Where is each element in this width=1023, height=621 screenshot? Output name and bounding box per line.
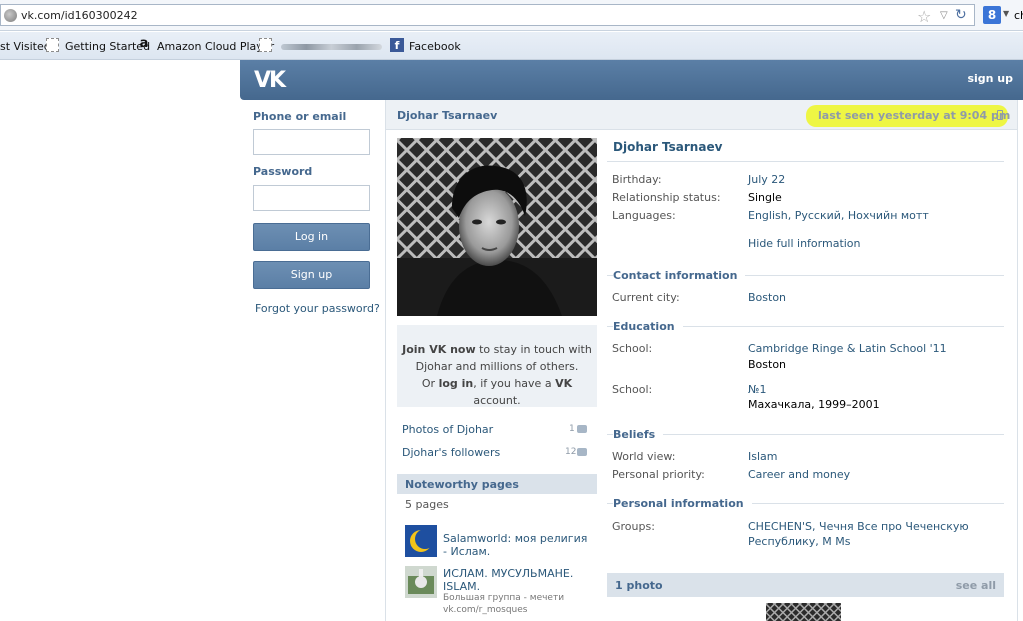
city-value[interactable]: Boston (748, 291, 786, 304)
school-label: School: (612, 383, 653, 396)
amazon-icon: a (139, 36, 149, 51)
join-text: , if you have a (473, 377, 556, 390)
school-label: School: (612, 342, 653, 355)
noteworthy-count: 5 pages (405, 498, 449, 511)
forgot-password-link[interactable]: Forgot your password? (255, 302, 380, 315)
groups-value[interactable]: CHECHEN'S, Чечня Все про Чеченскую (748, 520, 969, 533)
photo-thumbnail[interactable] (766, 603, 841, 621)
divider (607, 434, 1004, 435)
page-thumbnail[interactable] (405, 525, 437, 557)
page-icon (259, 38, 272, 52)
join-text: account. (473, 394, 521, 407)
join-line-2: Djohar and millions of others. (415, 360, 579, 373)
join-text: Or (421, 377, 439, 390)
dropdown-arrow-icon[interactable]: ▽ (940, 10, 948, 21)
school-1-city: Boston (748, 358, 787, 371)
city-label: Current city: (612, 291, 680, 304)
password-label: Password (253, 165, 313, 178)
search-input[interactable]: ch (1014, 9, 1023, 22)
world-view-value[interactable]: Islam (748, 450, 778, 463)
noteworthy-page-description: Большая группа - мечети vk.com/r_mosques (443, 593, 565, 615)
see-all-link[interactable]: see all (956, 579, 996, 592)
photos-of-link[interactable]: Photos of Djohar (402, 423, 493, 436)
globe-icon (4, 9, 17, 22)
beliefs-section-title: Beliefs (613, 428, 664, 441)
address-bar[interactable]: vk.com/id160300242 ☆ ▽ ↻ (0, 4, 975, 26)
page-thumbnail[interactable] (405, 566, 437, 598)
vk-header: VK sign up (240, 60, 1023, 100)
join-vk-word: VK (555, 377, 573, 390)
followers-count: 12 (565, 447, 577, 457)
birthday-value[interactable]: July 22 (748, 173, 785, 186)
photos-count: 1 (569, 424, 575, 434)
join-vk-link[interactable]: Join VK now (402, 343, 476, 356)
reload-icon[interactable]: ↻ (955, 7, 967, 23)
password-input[interactable] (253, 185, 370, 211)
languages-label: Languages: (612, 209, 676, 222)
relationship-label: Relationship status: (612, 191, 721, 204)
profile-bar-name: Djohar Tsarnaev (397, 109, 498, 122)
divider (607, 161, 1004, 162)
personal-priority-label: Personal priority: (612, 468, 705, 481)
page-icon (46, 38, 59, 52)
login-button[interactable]: Log in (253, 223, 370, 251)
personal-priority-value[interactable]: Career and money (748, 468, 850, 481)
groups-value[interactable]: Республику, M Ms (748, 535, 850, 548)
personal-info-section-title: Personal information (613, 497, 752, 510)
people-icon (577, 448, 587, 456)
photos-bar[interactable]: 1 photo see all (607, 573, 1004, 597)
languages-value[interactable]: English, Русский, Нохчийн мотт (748, 209, 929, 222)
google-search-icon[interactable]: 8 (983, 6, 1001, 24)
browser-toolbar: vk.com/id160300242 ☆ ▽ ↻ 8 ▼ ch (0, 0, 1023, 31)
profile-name: Djohar Tsarnaev (613, 140, 723, 154)
mobile-phone-icon (997, 110, 1003, 120)
vk-logo[interactable]: VK (254, 68, 286, 93)
facebook-icon: f (390, 38, 404, 52)
contact-section-title: Contact information (613, 269, 746, 282)
header-signup-link[interactable]: sign up (967, 72, 1013, 85)
camera-icon (577, 425, 587, 433)
relationship-value: Single (748, 191, 782, 204)
noteworthy-page-link[interactable]: Salamworld: моя религия - Ислам. (443, 532, 593, 558)
bookmark-star-icon[interactable]: ☆ (917, 7, 931, 26)
profile-name-bar: Djohar Tsarnaev last seen yesterday at 9… (386, 100, 1017, 130)
join-line-3: Or log in, if you have a VK account. (397, 375, 597, 409)
phone-email-label: Phone or email (253, 110, 347, 123)
school-1-name[interactable]: Cambridge Ringe & Latin School '11 (748, 342, 947, 355)
bookmarks-bar: st Visited Getting Started a Amazon Clou… (0, 32, 1023, 60)
photos-bar-title: 1 photo (615, 579, 663, 592)
bookmark-amazon-cloud-player[interactable]: Amazon Cloud Player (157, 40, 274, 53)
followers-link[interactable]: Djohar's followers (402, 446, 500, 459)
url-text[interactable]: vk.com/id160300242 (21, 9, 138, 22)
groups-label: Groups: (612, 520, 655, 533)
noteworthy-header[interactable]: Noteworthy pages (397, 474, 597, 494)
noteworthy-page-link[interactable]: ИСЛАМ. МУСУЛЬМАНЕ. ISLAM. (443, 567, 593, 593)
school-2-name[interactable]: №1 (748, 383, 766, 396)
bookmark-most-visited[interactable]: st Visited (0, 40, 51, 53)
signup-button[interactable]: Sign up (253, 261, 370, 289)
search-engine-dropdown-icon[interactable]: ▼ (1003, 9, 1009, 18)
content-divider (385, 100, 386, 621)
join-vk-box: Join VK now to stay in touch with Djohar… (397, 325, 597, 407)
education-section-title: Education (613, 320, 683, 333)
content-divider (1017, 100, 1018, 621)
birthday-label: Birthday: (612, 173, 662, 186)
world-view-label: World view: (612, 450, 676, 463)
join-line-1: Join VK now to stay in touch with (397, 341, 597, 358)
school-2-city: Махачкала, 1999–2001 (748, 398, 880, 411)
join-login-link[interactable]: log in (439, 377, 474, 390)
hide-full-info-link[interactable]: Hide full information (748, 237, 861, 250)
profile-photo[interactable] (397, 138, 597, 316)
redacted-bookmark[interactable] (281, 44, 382, 50)
noteworthy-title: Noteworthy pages (405, 478, 519, 491)
bookmark-facebook[interactable]: Facebook (409, 40, 461, 53)
phone-email-input[interactable] (253, 129, 370, 155)
join-text: to stay in touch with (475, 343, 592, 356)
last-seen-status: last seen yesterday at 9:04 pm (818, 109, 1011, 122)
